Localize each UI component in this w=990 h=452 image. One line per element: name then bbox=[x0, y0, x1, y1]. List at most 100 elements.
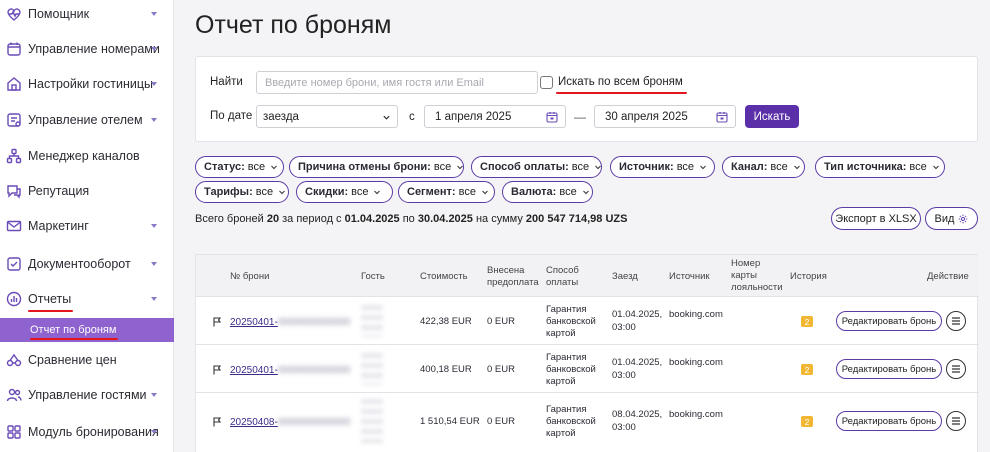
chip-value: все bbox=[458, 186, 476, 198]
sidebar-item-assistant[interactable]: Помощник bbox=[0, 0, 174, 31]
booking-number-link[interactable]: 20250401-0000000000000 bbox=[230, 365, 350, 376]
search-button[interactable]: Искать bbox=[745, 105, 799, 128]
chip-channel[interactable]: Канал: все bbox=[722, 156, 805, 178]
header-checkin[interactable]: Заезд bbox=[612, 271, 638, 283]
calendar-icon[interactable] bbox=[546, 111, 558, 123]
date-type-select[interactable]: заезда bbox=[256, 105, 398, 128]
gear-icon bbox=[959, 214, 968, 223]
chip-name: Скидки: bbox=[305, 186, 349, 198]
chevron-down-icon bbox=[699, 163, 707, 171]
chevron-down-icon bbox=[793, 163, 801, 171]
chip-source-type[interactable]: Тип источника: все bbox=[815, 156, 945, 178]
row-menu-button[interactable] bbox=[946, 311, 966, 331]
header-history[interactable]: История bbox=[790, 271, 827, 283]
sidebar-item-channel-manager[interactable]: Менеджер каналов bbox=[0, 139, 174, 173]
sidebar-item-documents[interactable]: Документооборот bbox=[0, 247, 174, 281]
sidebar-item-booking-module[interactable]: Модуль бронирования bbox=[0, 415, 174, 449]
chevron-down-icon bbox=[150, 391, 158, 399]
chip-name: Канал: bbox=[731, 161, 768, 173]
chip-rates[interactable]: Тарифы: все bbox=[195, 181, 289, 203]
edit-booking-button[interactable]: Редактировать бронь bbox=[836, 411, 942, 431]
sidebar-item-room-management[interactable]: Управление номерами bbox=[0, 32, 174, 66]
menu-icon bbox=[952, 365, 960, 373]
filter-panel: Найти Искать по всем броням По дате заез… bbox=[195, 56, 978, 142]
chevron-down-icon bbox=[150, 295, 158, 303]
chip-segment[interactable]: Сегмент: все bbox=[398, 181, 495, 203]
date-to-value: 30 апреля 2025 bbox=[605, 110, 688, 123]
menu-icon bbox=[952, 417, 960, 425]
sidebar-item-label: Настройки гостиницы bbox=[28, 77, 153, 91]
edit-booking-button[interactable]: Редактировать бронь bbox=[836, 311, 942, 331]
search-input[interactable] bbox=[256, 71, 538, 94]
booking-number-text: 20250401- bbox=[230, 365, 278, 376]
chevron-down-icon bbox=[150, 10, 158, 18]
edit-booking-button[interactable]: Редактировать бронь bbox=[836, 359, 942, 379]
chevron-down-icon bbox=[932, 163, 940, 171]
chip-name: Тип источника: bbox=[824, 161, 907, 173]
row-menu-button[interactable] bbox=[946, 359, 966, 379]
header-payment-method[interactable]: Способ оплаты bbox=[546, 265, 586, 289]
prepayment-cell: 0 EUR bbox=[487, 316, 515, 327]
payment-method-cell: Гарантия банковской картой bbox=[546, 304, 596, 339]
history-badge[interactable]: 2 bbox=[801, 316, 813, 327]
booking-number-hidden: 0000000000000 bbox=[277, 365, 351, 376]
row-menu-button[interactable] bbox=[946, 411, 966, 431]
header-cost[interactable]: Стоимость bbox=[420, 271, 468, 283]
sidebar-item-hotel-settings[interactable]: Настройки гостиницы bbox=[0, 67, 174, 101]
header-guest[interactable]: Гость bbox=[361, 271, 385, 283]
chip-discounts[interactable]: Скидки: все bbox=[296, 181, 393, 203]
sidebar-item-reputation[interactable]: Репутация bbox=[0, 174, 174, 208]
prepayment-cell: 0 EUR bbox=[487, 364, 515, 375]
chip-value: все bbox=[559, 186, 577, 198]
sidebar-subitem-text: Отчет по броням bbox=[30, 324, 117, 336]
date-from-input[interactable]: 1 апреля 2025 bbox=[424, 105, 566, 128]
chip-name: Тарифы: bbox=[204, 186, 253, 198]
guest-name-blurred bbox=[361, 399, 383, 443]
booking-number-link[interactable]: 20250401-0000000000000 bbox=[230, 317, 350, 328]
chevron-down-icon bbox=[373, 188, 381, 196]
history-badge[interactable]: 2 bbox=[801, 416, 813, 427]
calendar-icon[interactable] bbox=[716, 111, 728, 123]
flag-icon[interactable] bbox=[212, 365, 222, 375]
users-icon bbox=[6, 387, 22, 403]
chip-currency[interactable]: Валюта: все bbox=[502, 181, 593, 203]
flag-icon[interactable] bbox=[212, 417, 222, 427]
sidebar-subitem-booking-report[interactable]: Отчет по броням bbox=[0, 318, 174, 342]
chip-source[interactable]: Источник: все bbox=[610, 156, 715, 178]
checkin-time-cell: 03:00 bbox=[612, 322, 636, 333]
summary-text: по bbox=[399, 213, 418, 225]
booking-number-link[interactable]: 20250408-0000000000000 bbox=[230, 417, 350, 428]
heart-monitor-icon bbox=[6, 6, 22, 22]
house-icon bbox=[6, 76, 22, 92]
sidebar-item-hotel-management[interactable]: Управление отелем bbox=[0, 103, 174, 137]
summary-text: на сумму bbox=[472, 213, 526, 225]
sidebar-item-reports[interactable]: Отчеты bbox=[0, 282, 174, 316]
sidebar-item-label: Управление гостями bbox=[28, 388, 147, 402]
chip-cancel-reason[interactable]: Причина отмены брони: все bbox=[289, 156, 464, 178]
chevron-down-icon bbox=[582, 188, 590, 196]
header-booking-number[interactable]: № брони bbox=[230, 271, 269, 283]
view-button[interactable]: Вид bbox=[925, 207, 978, 230]
header-source[interactable]: Источник bbox=[669, 271, 710, 283]
sidebar-item-price-comparison[interactable]: Сравнение цен bbox=[0, 343, 174, 377]
sidebar-item-reports-text: Отчеты bbox=[28, 292, 72, 306]
export-xlsx-button[interactable]: Экспорт в XLSX bbox=[831, 207, 921, 230]
search-all-label[interactable]: Искать по всем броням bbox=[556, 76, 687, 94]
chip-value: все bbox=[433, 161, 452, 173]
sidebar-item-marketing[interactable]: Маркетинг bbox=[0, 209, 174, 243]
header-prepayment[interactable]: Внесена предоплата bbox=[487, 265, 539, 289]
find-label: Найти bbox=[210, 76, 243, 88]
sidebar-item-guest-management[interactable]: Управление гостями bbox=[0, 378, 174, 412]
header-loyalty-card[interactable]: Номер карты лояльности bbox=[731, 258, 783, 294]
sidebar-item-label: Модуль бронирования bbox=[28, 425, 159, 439]
chevron-down-icon bbox=[456, 163, 464, 171]
chip-payment-method[interactable]: Способ оплаты: все bbox=[471, 156, 602, 178]
search-all-checkbox[interactable] bbox=[540, 76, 553, 89]
date-to-input[interactable]: 30 апреля 2025 bbox=[594, 105, 736, 128]
history-badge[interactable]: 2 bbox=[801, 364, 813, 375]
header-action: Действие bbox=[927, 271, 969, 282]
flag-icon[interactable] bbox=[212, 317, 222, 327]
chip-status[interactable]: Статус: все bbox=[195, 156, 284, 178]
date-range-dash: — bbox=[574, 110, 586, 124]
chip-value: все bbox=[255, 186, 274, 198]
